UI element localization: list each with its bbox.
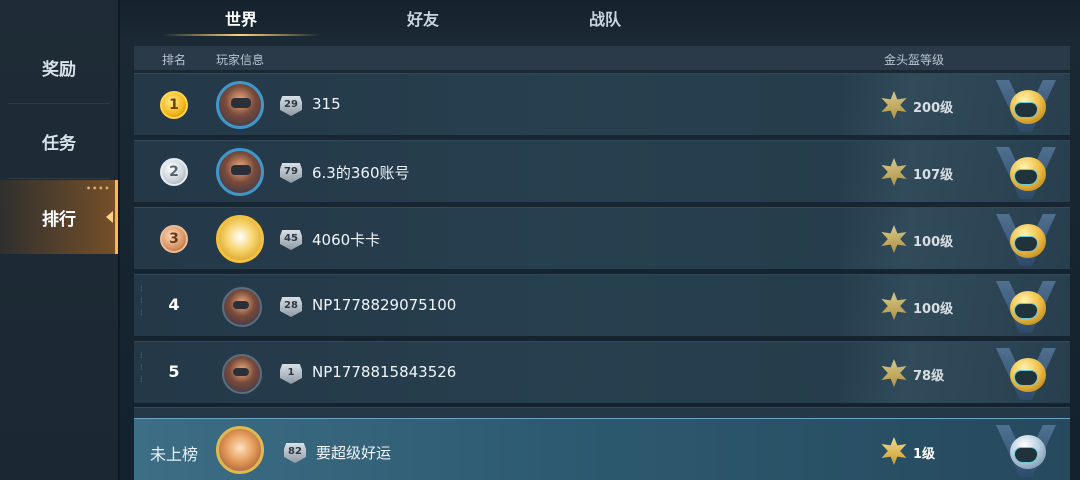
star-icon <box>881 359 907 387</box>
sidebar-edge <box>118 0 120 480</box>
header-helmet-level: 金头盔等级 <box>884 53 945 67</box>
sidebar-divider <box>8 178 110 179</box>
winged-helmet-icon <box>996 147 1056 199</box>
rank-number: 4 <box>168 295 180 314</box>
table-row[interactable]: 3 45 4060卡卡 100级 <box>134 207 1070 269</box>
sidebar: 奖励 任务 •••• 排行 <box>0 0 118 480</box>
table-row[interactable]: 2 79 6.3的360账号 107级 <box>134 140 1070 202</box>
sidebar-item-tasks[interactable]: 任务 <box>0 104 118 178</box>
star-icon <box>881 158 907 186</box>
unranked-label: 未上榜 <box>150 445 199 464</box>
winged-helmet-icon <box>996 348 1056 400</box>
decor-dots: •••• <box>86 184 111 193</box>
selected-caret-icon <box>106 211 113 223</box>
avatar[interactable] <box>216 215 264 263</box>
player-name: 315 <box>312 95 341 113</box>
player-level-badge: 29 <box>280 96 302 116</box>
avatar[interactable] <box>216 81 264 129</box>
avatar[interactable] <box>222 287 262 327</box>
player-name: 要超级好运 <box>316 444 392 462</box>
star-icon <box>881 437 907 465</box>
helmet-level: 78级 <box>913 369 945 384</box>
player-level-badge: 28 <box>280 297 302 317</box>
rank-number: 5 <box>168 362 180 381</box>
table-row[interactable]: ⁞ ⁞ ⁞ 4 28 NP1778829075100 100级 <box>134 274 1070 336</box>
helmet-level: 1级 <box>913 447 936 462</box>
tab-team[interactable]: 战队 <box>560 6 650 34</box>
header-player-info: 玩家信息 <box>216 53 265 67</box>
helmet-level: 200级 <box>913 101 954 116</box>
tab-bar: 世界 好友 战队 <box>120 0 1080 36</box>
winged-helmet-icon <box>996 214 1056 266</box>
avatar[interactable] <box>216 426 264 474</box>
sidebar-item-label: 排行 <box>42 209 76 230</box>
star-icon <box>881 91 907 119</box>
player-level-badge: 45 <box>280 230 302 250</box>
silver-medal-icon: 2 <box>160 158 188 186</box>
player-level-badge: 1 <box>280 364 302 384</box>
gold-medal-icon: 1 <box>160 91 188 119</box>
sidebar-item-ranking[interactable]: •••• 排行 <box>0 180 118 254</box>
helmet-level: 100级 <box>913 302 954 317</box>
winged-helmet-icon <box>996 425 1056 477</box>
sidebar-item-rewards[interactable]: 奖励 <box>0 30 118 104</box>
header-rank: 排名 <box>162 53 187 67</box>
tab-world[interactable]: 世界 <box>162 6 320 36</box>
sidebar-item-label: 任务 <box>42 133 76 154</box>
avatar[interactable] <box>216 148 264 196</box>
player-name: NP1778829075100 <box>312 296 457 314</box>
player-level-badge: 82 <box>284 443 306 463</box>
helmet-level: 100级 <box>913 235 954 250</box>
table-row[interactable]: 1 29 315 200级 <box>134 73 1070 135</box>
table-row-partial <box>134 407 1070 418</box>
tab-friends[interactable]: 好友 <box>378 6 468 34</box>
sidebar-item-label: 奖励 <box>42 59 76 80</box>
player-name: NP1778815843526 <box>312 363 457 381</box>
winged-helmet-icon <box>996 80 1056 132</box>
winged-helmet-icon <box>996 281 1056 333</box>
star-icon <box>881 225 907 253</box>
player-name: 4060卡卡 <box>312 231 381 249</box>
star-icon <box>881 292 907 320</box>
table-header: 排名 玩家信息 金头盔等级 <box>134 46 1070 70</box>
my-rank-row[interactable]: 未上榜 82 要超级好运 1级 <box>134 418 1070 480</box>
table-row[interactable]: ⁞ ⁞ ⁞ 5 1 NP1778815843526 78级 <box>134 341 1070 403</box>
helmet-level: 107级 <box>913 168 954 183</box>
bronze-medal-icon: 3 <box>160 225 188 253</box>
avatar[interactable] <box>222 354 262 394</box>
player-level-badge: 79 <box>280 163 302 183</box>
player-name: 6.3的360账号 <box>312 164 410 182</box>
